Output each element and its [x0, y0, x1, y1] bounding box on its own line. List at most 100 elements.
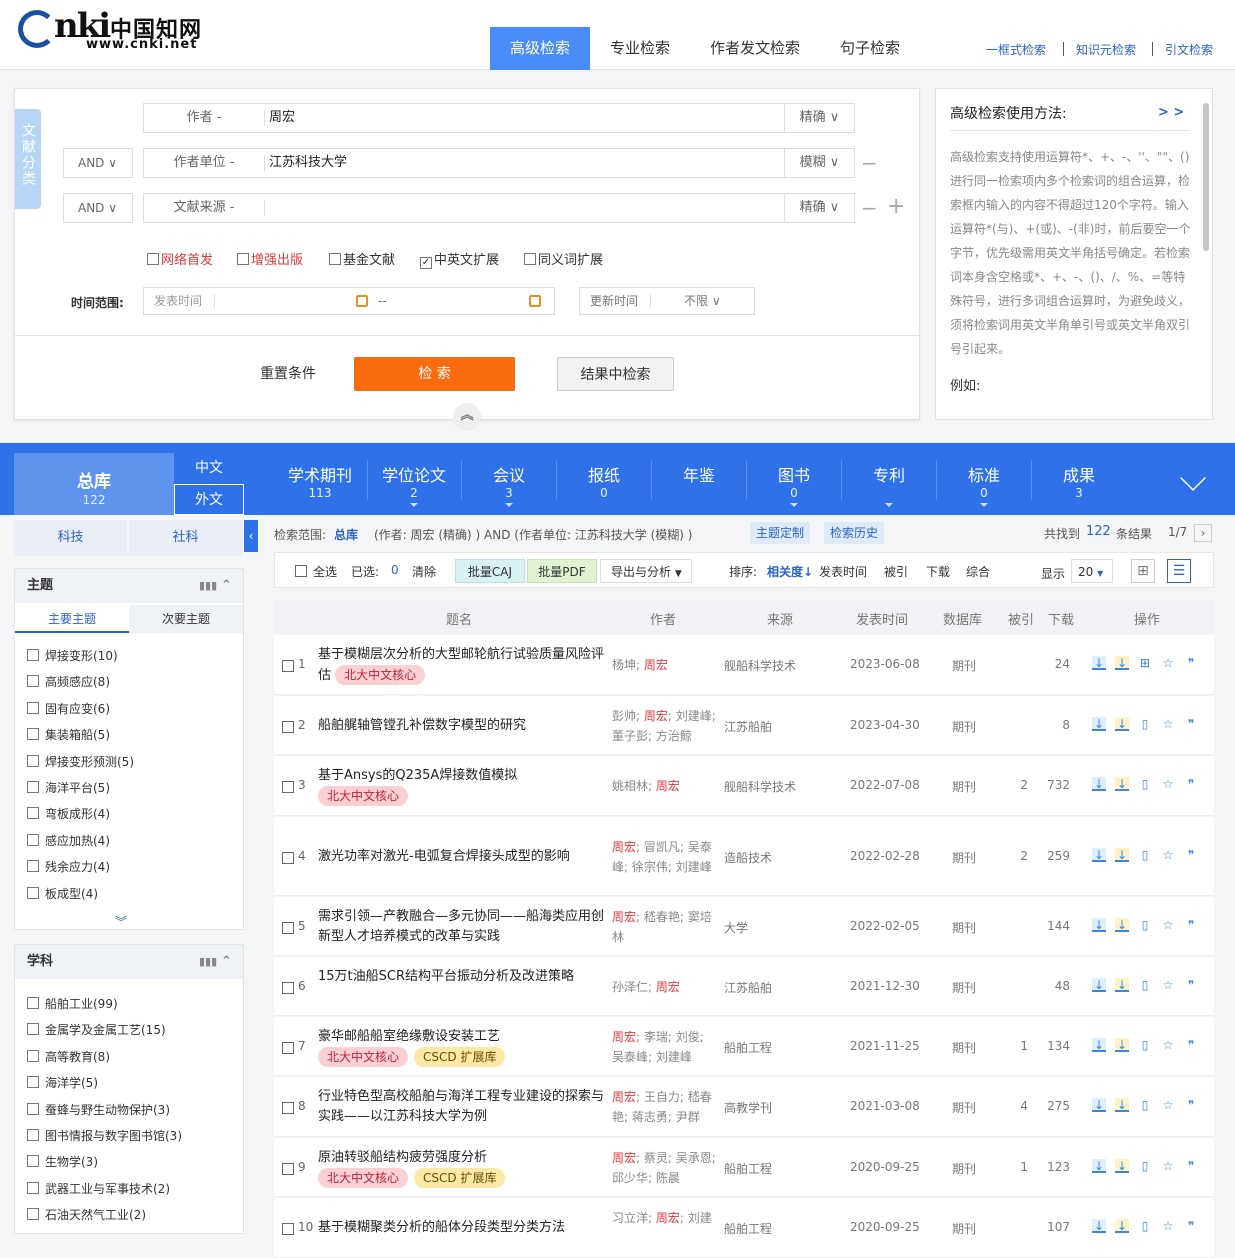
grid-view-icon[interactable]: ⊞ — [1131, 559, 1155, 583]
caj-download-icon[interactable]: ↓ — [1092, 917, 1106, 932]
collapse-up-icon[interactable]: ⌃ — [221, 945, 232, 979]
author-link[interactable]: 周宏 — [612, 1151, 636, 1165]
sidebar-filter-item[interactable]: 固有应变(6) — [27, 700, 110, 717]
read-online-icon[interactable]: ⊞ — [1138, 656, 1152, 670]
checkbox-icon[interactable] — [27, 701, 39, 714]
favorite-star-icon[interactable]: ☆ — [1161, 1159, 1175, 1173]
download-count[interactable]: 259 — [1042, 849, 1070, 863]
sidebar-filter-item[interactable]: 感应加热(4) — [27, 832, 110, 849]
author-link[interactable]: 周宏 — [656, 779, 680, 793]
pdf-download-icon[interactable]: ↓ — [1115, 1219, 1129, 1233]
caj-download-icon[interactable]: ↓ — [1092, 1037, 1106, 1052]
read-online-icon[interactable]: ▯ — [1138, 717, 1152, 731]
expand-more-icon[interactable]: ︾ — [115, 913, 127, 930]
author-link[interactable]: 周宏 — [612, 910, 636, 924]
checkbox-online-first[interactable]: 网络首发 — [147, 249, 213, 268]
checkbox-icon[interactable] — [27, 1129, 39, 1141]
checkbox-icon[interactable] — [27, 1155, 39, 1168]
next-page-icon[interactable]: › — [1194, 524, 1212, 542]
read-online-icon[interactable]: ▯ — [1138, 1098, 1152, 1112]
result-title-link[interactable]: 15万t油船SCR结构平台振动分析及改进策略 — [318, 969, 574, 984]
source-link[interactable]: 大学 — [724, 919, 748, 936]
caj-download-icon[interactable]: ↓ — [1092, 1219, 1106, 1233]
db-item-4[interactable]: 年鉴 — [651, 443, 747, 515]
favorite-star-icon[interactable]: ☆ — [1161, 848, 1175, 862]
pdf-download-icon[interactable]: ↓ — [1115, 977, 1129, 992]
result-title-link[interactable]: 船舶艉轴管镗孔补偿数字模型的研究 — [318, 718, 526, 733]
checkbox-icon[interactable] — [27, 997, 39, 1009]
author-link[interactable]: 方治鲸 — [656, 729, 692, 743]
subtab-main-topic[interactable]: 主要主题 — [15, 605, 129, 633]
table-row[interactable]: 10 基于模糊聚类分析的船体分段类型分类方法 习立洋; 周宏; 刘建 船舶工程 2020… — [274, 1198, 1214, 1258]
field-select-source[interactable]: 文献来源 - — [144, 194, 264, 222]
batch-caj-button[interactable]: 批量CAJ — [455, 559, 525, 583]
checkbox-icon[interactable] — [27, 728, 39, 741]
checkbox-synonym-extend[interactable]: 同义词扩展 — [524, 249, 603, 268]
author-link[interactable]: 周宏 — [656, 1211, 680, 1225]
caj-download-icon[interactable]: ↓ — [1092, 656, 1106, 670]
db-total[interactable]: 总库 122 — [14, 453, 174, 515]
cite-quote-icon[interactable]: ❞ — [1184, 1219, 1198, 1233]
chart-bars-icon[interactable]: ▮▮▮ — [199, 569, 217, 603]
table-row[interactable]: 2 船舶艉轴管镗孔补偿数字模型的研究 彭帅; 周宏; 刘建峰; 董子彭; 方治鲸 江苏… — [274, 696, 1214, 755]
caj-download-icon[interactable]: ↓ — [1092, 777, 1106, 791]
read-online-icon[interactable]: ▯ — [1138, 978, 1152, 992]
update-time-select[interactable]: 更新时间 不限 ∨ — [579, 287, 755, 315]
author-link[interactable]: 彭帅 — [612, 709, 636, 723]
checkbox-icon[interactable] — [27, 833, 39, 846]
download-count[interactable]: 144 — [1042, 919, 1070, 933]
row-checkbox[interactable] — [282, 921, 294, 934]
db-item-expand-icon[interactable] — [410, 503, 418, 511]
db-item-3[interactable]: 报纸 0 — [556, 443, 652, 515]
sidebar-filter-item[interactable]: 船舶工业(99) — [27, 995, 118, 1012]
end-date-input[interactable] — [394, 288, 524, 314]
checkbox-icon[interactable] — [27, 860, 39, 873]
caj-download-icon[interactable]: ↓ — [1092, 716, 1106, 731]
favorite-star-icon[interactable]: ☆ — [1161, 656, 1175, 670]
sidebar-filter-item[interactable]: 焊接变形预测(5) — [27, 753, 134, 770]
db-item-expand-icon[interactable] — [980, 503, 988, 511]
source-link[interactable]: 高教学刊 — [724, 1099, 772, 1116]
author-link[interactable]: 周宏 — [612, 840, 636, 854]
cite-quote-icon[interactable]: ❞ — [1184, 978, 1198, 992]
author-link[interactable]: 徐宗伟 — [632, 860, 668, 874]
checkbox-icon[interactable] — [27, 1049, 39, 1062]
cite-quote-icon[interactable]: ❞ — [1184, 1159, 1198, 1173]
download-count[interactable]: 732 — [1042, 778, 1070, 792]
remove-row-icon[interactable]: − — [861, 198, 878, 218]
favorite-star-icon[interactable]: ☆ — [1161, 717, 1175, 731]
sort-publish-time[interactable]: 发表时间 — [819, 563, 867, 580]
result-title-link[interactable]: 原油转驳船结构疲劳强度分析 — [318, 1150, 487, 1165]
sidebar-filter-item[interactable]: 图书情报与数字图书馆(3) — [27, 1127, 182, 1144]
download-count[interactable]: 134 — [1042, 1039, 1070, 1053]
author-link[interactable]: 刘建峰 — [656, 1050, 692, 1064]
favorite-star-icon[interactable]: ☆ — [1161, 777, 1175, 791]
source-link[interactable]: 船舶工程 — [724, 1160, 772, 1177]
read-online-icon[interactable]: ▯ — [1138, 1219, 1152, 1233]
sidebar-filter-item[interactable]: 蚕蜂与野生动物保护(3) — [27, 1101, 170, 1118]
table-row[interactable]: 5 需求引领—产教融合—多元协同——船海类应用创新型人才培养模式的改革与实践 周宏;… — [274, 897, 1214, 956]
row-checkbox[interactable] — [282, 1223, 294, 1235]
field-select-author[interactable]: 作者 - — [144, 104, 264, 132]
checkbox-cn-en-extend[interactable]: ✓ 中英文扩展 — [420, 249, 499, 269]
result-title-link[interactable]: 行业特色型高校船舶与海洋工程专业建设的探索与实践——以江苏科技大学为例 — [318, 1089, 604, 1124]
source-link[interactable]: 江苏船舶 — [724, 718, 772, 735]
sidebar-filter-item[interactable]: 海洋平台(5) — [27, 779, 110, 796]
lang-tab-chinese[interactable]: 中文 — [174, 453, 244, 484]
checkbox-icon[interactable] — [27, 675, 39, 688]
cite-quote-icon[interactable]: ❞ — [1184, 656, 1198, 670]
calendar-icon[interactable] — [356, 295, 368, 307]
author-link[interactable]: 嵇春艳 — [644, 910, 680, 924]
result-title-link[interactable]: 激光功率对激光-电弧复合焊接头成型的影响 — [318, 849, 570, 864]
db-item-8[interactable]: 成果 3 — [1031, 443, 1127, 515]
author-link[interactable]: 孙泽仁 — [612, 980, 648, 994]
document-category-toggle[interactable]: 文献分类 — [15, 109, 41, 209]
cite-quote-icon[interactable]: ❞ — [1184, 717, 1198, 731]
link-knowledge-search[interactable]: 知识元检索 — [1076, 41, 1136, 58]
checkbox-icon[interactable] — [27, 781, 39, 793]
pdf-download-icon[interactable]: ↓ — [1115, 716, 1129, 731]
download-count[interactable]: 48 — [1042, 979, 1070, 993]
collapse-up-icon[interactable]: ︽ — [453, 403, 481, 431]
db-item-1[interactable]: 学位论文 2 — [366, 443, 462, 515]
row-checkbox[interactable] — [282, 1162, 294, 1175]
